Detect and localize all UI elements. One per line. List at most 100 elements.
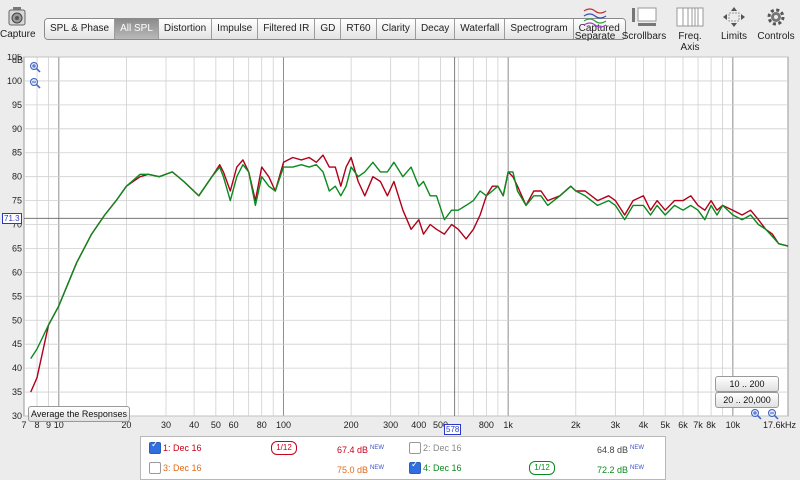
x-tick-label: 2k bbox=[571, 420, 581, 430]
y-tick-label: 55 bbox=[12, 291, 22, 301]
x-tick-label: 7k bbox=[693, 420, 703, 430]
tab-all-spl[interactable]: All SPL bbox=[114, 19, 158, 39]
x-tick-label: 400 bbox=[411, 420, 426, 430]
x-tick-label: 200 bbox=[344, 420, 359, 430]
x-tick-label: 50 bbox=[211, 420, 221, 430]
y-tick-label: 100 bbox=[7, 76, 22, 86]
x-tick-label: 3k bbox=[611, 420, 621, 430]
legend-row: 3: Dec 16 75.0 dBNEW 4: Dec 16 1/12 72.2… bbox=[141, 458, 665, 478]
measurement-2-checkbox[interactable] bbox=[409, 442, 421, 454]
gear-icon bbox=[767, 8, 785, 26]
separate-button[interactable]: Separate bbox=[574, 6, 616, 42]
x-tick-label: 10k bbox=[726, 420, 741, 430]
tab-spl-phase[interactable]: SPL & Phase bbox=[45, 19, 115, 39]
measurement-2-level: 64.8 dB NEW bbox=[597, 438, 644, 458]
freq-axis-label: Freq. Axis bbox=[678, 31, 702, 53]
toolbar: Capture SPL & Phase All SPL Distortion I… bbox=[0, 0, 800, 53]
tab-bar: SPL & Phase All SPL Distortion Impulse F… bbox=[44, 18, 626, 40]
x-tick-label: 100 bbox=[276, 420, 291, 430]
tab-distortion[interactable]: Distortion bbox=[157, 19, 212, 39]
tab-waterfall[interactable]: Waterfall bbox=[454, 19, 505, 39]
x-tick-label: 6k bbox=[678, 420, 688, 430]
cursor-x-readout: 578 bbox=[444, 424, 462, 435]
x-tick-label: 300 bbox=[383, 420, 398, 430]
zoom-in-y-icon[interactable] bbox=[29, 60, 41, 73]
measurement-legend: 1: Dec 16 1/12 67.4 dBNEW 2: Dec 16 64.8… bbox=[140, 436, 666, 480]
y-tick-label: 95 bbox=[12, 100, 22, 110]
speaker-icon bbox=[8, 7, 26, 26]
tab-clarity[interactable]: Clarity bbox=[375, 19, 415, 39]
tab-filtered-ir[interactable]: Filtered IR bbox=[257, 19, 315, 39]
separate-label: Separate bbox=[574, 31, 616, 42]
measurement-2-label[interactable]: 2: Dec 16 bbox=[423, 438, 462, 458]
plot-background bbox=[23, 56, 789, 417]
x-tick-label: 30 bbox=[161, 420, 171, 430]
measurement-1-level: 67.4 dB NEW bbox=[337, 438, 384, 458]
y-tick-label: 85 bbox=[12, 148, 22, 158]
tab-gd[interactable]: GD bbox=[314, 19, 341, 39]
y-tick-label: 35 bbox=[12, 387, 22, 397]
y-tick-label: 75 bbox=[12, 196, 22, 206]
tab-rt60[interactable]: RT60 bbox=[340, 19, 376, 39]
freq-axis-icon bbox=[676, 7, 704, 27]
measurement-4-level-value: 72.2 dB bbox=[597, 465, 629, 475]
measurement-4-smoothing[interactable]: 1/12 bbox=[529, 461, 555, 475]
y-tick-label: 65 bbox=[12, 243, 22, 253]
measurement-4-label[interactable]: 4: Dec 16 bbox=[423, 458, 462, 478]
separate-icon bbox=[583, 8, 607, 28]
scrollbars-label: Scrollbars bbox=[621, 31, 667, 42]
zoom-out-y-icon[interactable] bbox=[29, 76, 41, 89]
new-badge: NEW bbox=[630, 465, 645, 471]
x-tick-label: 8k bbox=[706, 420, 716, 430]
y-tick-label: 40 bbox=[12, 363, 22, 373]
measurement-4-level: 72.2 dB NEW bbox=[597, 458, 644, 478]
y-tick-label: 30 bbox=[12, 411, 22, 421]
x-tick-label: 40 bbox=[189, 420, 199, 430]
limits-label: Limits bbox=[720, 31, 748, 42]
freq-axis-button[interactable]: Freq. Axis bbox=[668, 6, 712, 53]
x-tick-label: 5k bbox=[660, 420, 670, 430]
limits-button[interactable]: Limits bbox=[716, 6, 752, 42]
cursor-y-readout: 71.3 bbox=[2, 213, 22, 224]
scrollbars-icon bbox=[632, 7, 657, 26]
measurement-3-level: 75.0 dB NEW bbox=[337, 458, 384, 478]
controls-label: Controls bbox=[757, 31, 795, 42]
measurement-3-level-value: 75.0 dB bbox=[337, 465, 369, 475]
spl-chart[interactable]: 30 35 40 45 50 55 60 65 70 75 80 85 90 95 100 105 dB 7 8 9 1… bbox=[0, 54, 800, 435]
capture-label: Capture bbox=[0, 29, 36, 40]
zoom-out-x-icon[interactable] bbox=[767, 407, 779, 420]
x-tick-label: 4k bbox=[639, 420, 649, 430]
zoom-in-x-icon[interactable] bbox=[750, 407, 762, 420]
capture-button[interactable]: Capture bbox=[0, 6, 36, 46]
measurement-2-level-value: 64.8 dB bbox=[597, 445, 629, 455]
new-badge: NEW bbox=[370, 465, 385, 471]
range-20-20000-button[interactable]: 20 .. 20,000 bbox=[715, 392, 779, 408]
limits-icon bbox=[723, 7, 745, 27]
scrollbars-button[interactable]: Scrollbars bbox=[618, 6, 670, 42]
legend-row: 1: Dec 16 1/12 67.4 dBNEW 2: Dec 16 64.8… bbox=[141, 438, 665, 458]
range-10-200-button[interactable]: 10 .. 200 bbox=[715, 376, 779, 392]
measurement-4-checkbox[interactable] bbox=[409, 459, 421, 474]
measurement-3-checkbox[interactable] bbox=[149, 462, 161, 474]
new-badge: NEW bbox=[370, 445, 385, 451]
measurement-1-level-value: 67.4 dB bbox=[337, 445, 369, 455]
measurement-1-smoothing[interactable]: 1/12 bbox=[271, 441, 297, 455]
tab-spectrogram[interactable]: Spectrogram bbox=[504, 19, 573, 39]
measurement-1-label[interactable]: 1: Dec 16 bbox=[163, 438, 202, 458]
y-tick-label: 60 bbox=[12, 267, 22, 277]
y-tick-label: 45 bbox=[12, 339, 22, 349]
controls-button[interactable]: Controls bbox=[756, 6, 796, 42]
tab-impulse[interactable]: Impulse bbox=[211, 19, 258, 39]
x-tick-label: 80 bbox=[257, 420, 267, 430]
y-tick-label: 50 bbox=[12, 315, 22, 325]
x-tick-label: 17.6kHz bbox=[763, 420, 797, 430]
x-tick-label: 60 bbox=[229, 420, 239, 430]
x-tick-label: 1k bbox=[503, 420, 513, 430]
tab-decay[interactable]: Decay bbox=[414, 19, 455, 39]
measurement-1-checkbox[interactable] bbox=[149, 439, 161, 454]
new-badge: NEW bbox=[630, 445, 645, 451]
chart-plot[interactable]: 3035404550556065707580859095100105dB7 8 9 1… bbox=[0, 54, 800, 434]
y-tick-label: 90 bbox=[12, 124, 22, 134]
average-responses-button[interactable]: Average the Responses bbox=[28, 406, 130, 422]
measurement-3-label[interactable]: 3: Dec 16 bbox=[163, 458, 202, 478]
